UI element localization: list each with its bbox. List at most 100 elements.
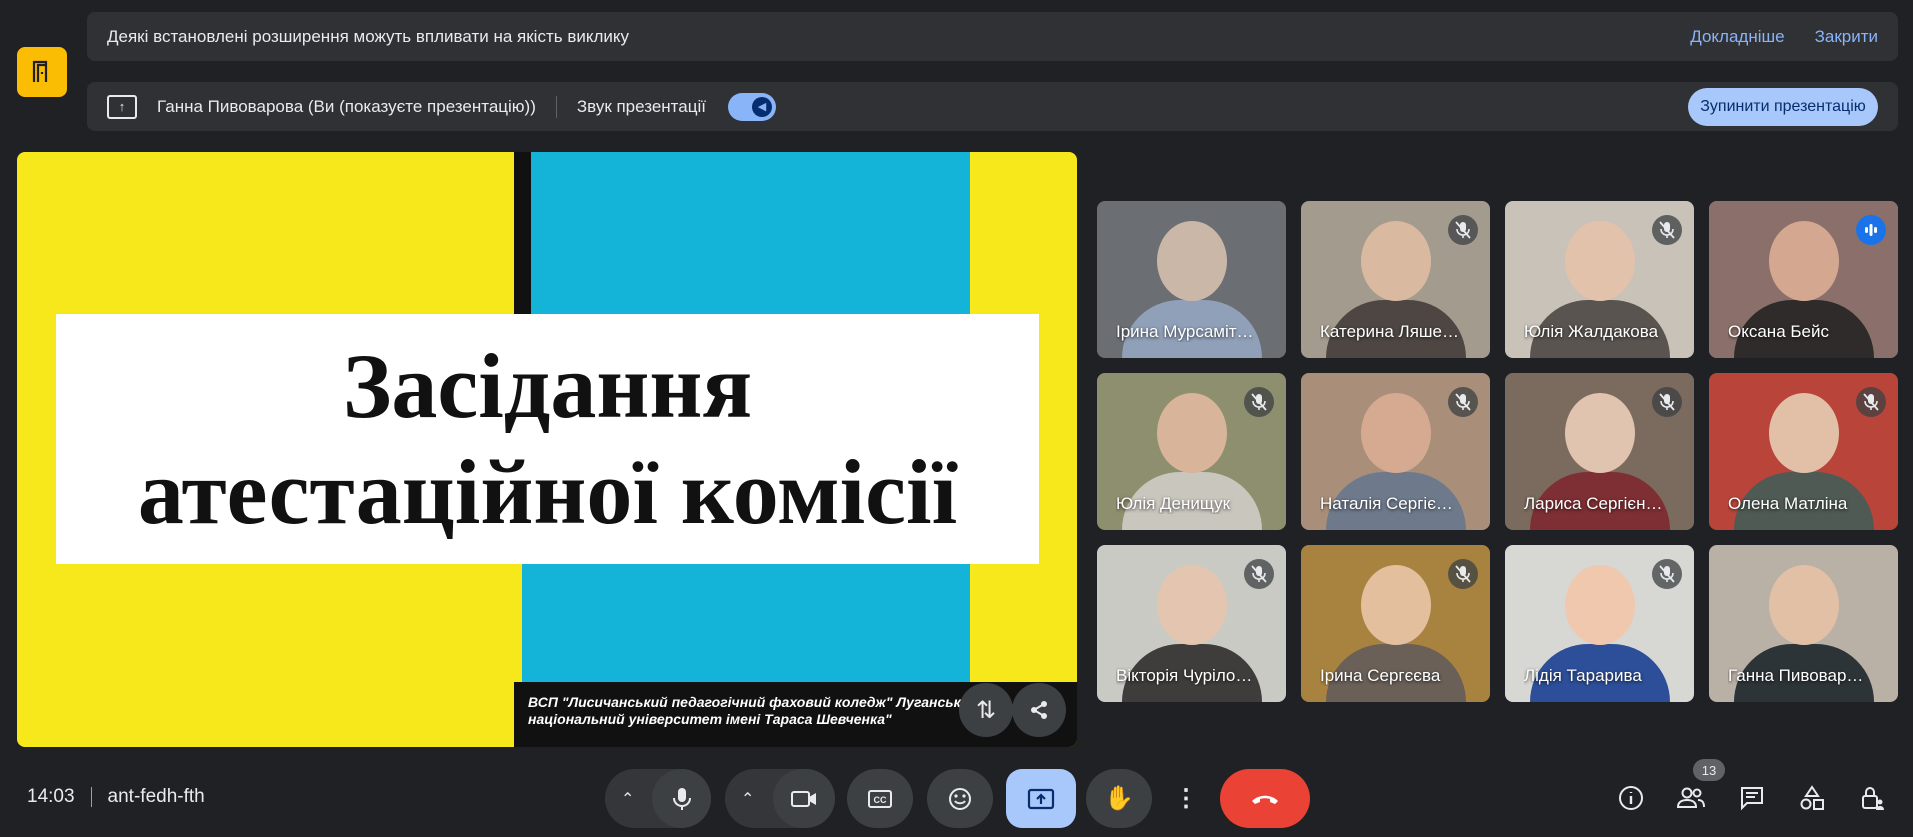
- captions-button[interactable]: CC: [847, 769, 913, 828]
- participant-tile[interactable]: Оксана Бейс: [1709, 201, 1898, 358]
- learn-more-link[interactable]: Докладніше: [1690, 27, 1784, 47]
- svg-text:CC: CC: [874, 795, 887, 805]
- mic-off-icon: [1652, 559, 1682, 589]
- mic-off-icon: [1244, 559, 1274, 589]
- divider: [90, 787, 92, 807]
- more-vert-icon: ⋮: [1174, 785, 1198, 812]
- more-options-button[interactable]: ⋮: [1166, 769, 1206, 828]
- participant-face: [1768, 392, 1839, 473]
- presentation-audio-toggle[interactable]: ◀: [727, 92, 776, 121]
- slide-title-line2: атестаційної комісії: [137, 441, 958, 543]
- chat-icon: [1741, 787, 1763, 811]
- people-button[interactable]: [1675, 782, 1707, 814]
- current-time: 14:03: [27, 786, 75, 807]
- people-count-badge: 13: [1693, 759, 1725, 781]
- people-icon: [1676, 787, 1705, 808]
- participant-name: Ганна Пивовар…: [1728, 666, 1864, 685]
- presenting-bar: ↑ Ганна Пивоварова (Ви (показуєте презен…: [87, 82, 1898, 131]
- cc-icon: CC: [868, 789, 892, 808]
- participant-tile[interactable]: Юлія Денищук: [1097, 373, 1286, 530]
- presenter-label: Ганна Пивоварова (Ви (показуєте презента…: [157, 96, 536, 116]
- camera-button[interactable]: [773, 769, 835, 828]
- participant-face: [1360, 564, 1431, 645]
- participant-name: Катерина Ляше…: [1320, 322, 1460, 341]
- participant-tile[interactable]: Ірина Мурсаміт…: [1097, 201, 1286, 358]
- swap-layout-button[interactable]: ⇅: [959, 683, 1013, 737]
- participant-name: Лариса Сергієн…: [1524, 494, 1663, 513]
- participant-face: [1156, 392, 1227, 473]
- participant-face: [1768, 220, 1839, 301]
- participant-face: [1360, 392, 1431, 473]
- meeting-code: ant-fedh-fth: [107, 786, 205, 807]
- slide-title-box: Засідання атестаційної комісії: [56, 314, 1039, 564]
- participant-face: [1360, 220, 1431, 301]
- participant-face: [1564, 564, 1635, 645]
- mic-off-icon: [1448, 215, 1478, 245]
- mic-off-icon: [1652, 215, 1682, 245]
- swap-icon: ⇅: [975, 696, 997, 724]
- stop-presenting-button[interactable]: Зупинити презентацію: [1688, 87, 1878, 126]
- participant-name: Олена Матліна: [1728, 494, 1848, 513]
- extensions-banner: Деякі встановлені розширення можуть впли…: [87, 12, 1898, 61]
- close-banner-button[interactable]: Закрити: [1815, 27, 1878, 47]
- participant-face: [1564, 392, 1635, 473]
- present-screen-icon: ↑: [107, 94, 137, 119]
- mic-off-icon: [1652, 387, 1682, 417]
- share-icon: [1031, 701, 1047, 719]
- participant-face: [1156, 220, 1227, 301]
- mic-control-group: ⌃: [605, 769, 711, 828]
- shapes-icon: [1800, 785, 1824, 810]
- participant-name: Ірина Сергєєва: [1320, 666, 1441, 685]
- participant-face: [1768, 564, 1839, 645]
- participant-tile[interactable]: Вікторія Чуріло…: [1097, 545, 1286, 702]
- speaking-icon: [1856, 215, 1886, 245]
- emoji-icon: [949, 787, 971, 810]
- reactions-button[interactable]: [927, 769, 993, 828]
- meeting-details-button[interactable]: [1615, 782, 1647, 814]
- meeting-info-bar: 14:03 ant-fedh-fth: [27, 786, 205, 808]
- activities-button[interactable]: [1796, 782, 1828, 814]
- participant-name: Лідія Тарарива: [1524, 666, 1642, 685]
- participant-tile[interactable]: Лариса Сергієн…: [1505, 373, 1694, 530]
- mic-off-icon: [1448, 559, 1478, 589]
- participant-face: [1156, 564, 1227, 645]
- meeting-logo: [17, 47, 67, 97]
- volume-icon: ◀: [751, 96, 772, 117]
- host-controls-button[interactable]: [1856, 782, 1888, 814]
- door-icon: [32, 60, 48, 82]
- info-icon: [1619, 786, 1643, 810]
- participant-tile[interactable]: Олена Матліна: [1709, 373, 1898, 530]
- share-slide-button[interactable]: [1012, 683, 1066, 737]
- hang-up-icon: [1252, 795, 1278, 804]
- participant-name: Ірина Мурсаміт…: [1116, 322, 1254, 341]
- presentation-audio-label: Звук презентації: [576, 96, 706, 116]
- participant-tile[interactable]: Лідія Тарарива: [1505, 545, 1694, 702]
- hand-icon: ✋: [1104, 785, 1134, 812]
- participant-name: Юлія Жалдакова: [1524, 322, 1659, 341]
- participant-tile[interactable]: Наталія Сергіє…: [1301, 373, 1490, 530]
- participant-name: Оксана Бейс: [1728, 322, 1829, 341]
- camera-control-group: ⌃: [725, 769, 835, 828]
- shared-slide: Засідання атестаційної комісії ВСП "Лиси…: [17, 152, 1077, 747]
- mic-icon: [672, 787, 691, 810]
- mic-button[interactable]: [652, 769, 711, 828]
- leave-call-button[interactable]: [1220, 769, 1310, 828]
- participant-tile[interactable]: Катерина Ляше…: [1301, 201, 1490, 358]
- participant-name: Наталія Сергіє…: [1320, 494, 1453, 513]
- participant-face: [1564, 220, 1635, 301]
- mic-options-chevron-icon[interactable]: ⌃: [621, 789, 634, 809]
- participant-tile[interactable]: Юлія Жалдакова: [1505, 201, 1694, 358]
- slide-title-line1: Засідання: [342, 335, 753, 437]
- lock-person-icon: [1862, 787, 1884, 810]
- chat-button[interactable]: [1736, 782, 1768, 814]
- camera-options-chevron-icon[interactable]: ⌃: [741, 789, 754, 809]
- mic-off-icon: [1856, 387, 1886, 417]
- participant-name: Юлія Денищук: [1116, 494, 1231, 513]
- present-icon: [1027, 788, 1055, 809]
- raise-hand-button[interactable]: ✋: [1086, 769, 1152, 828]
- present-now-button[interactable]: [1006, 769, 1076, 828]
- participant-name: Вікторія Чуріло…: [1116, 666, 1253, 685]
- participant-tile[interactable]: Ірина Сергєєва: [1301, 545, 1490, 702]
- banner-message: Деякі встановлені розширення можуть впли…: [107, 26, 630, 46]
- participant-tile[interactable]: Ганна Пивовар…: [1709, 545, 1898, 702]
